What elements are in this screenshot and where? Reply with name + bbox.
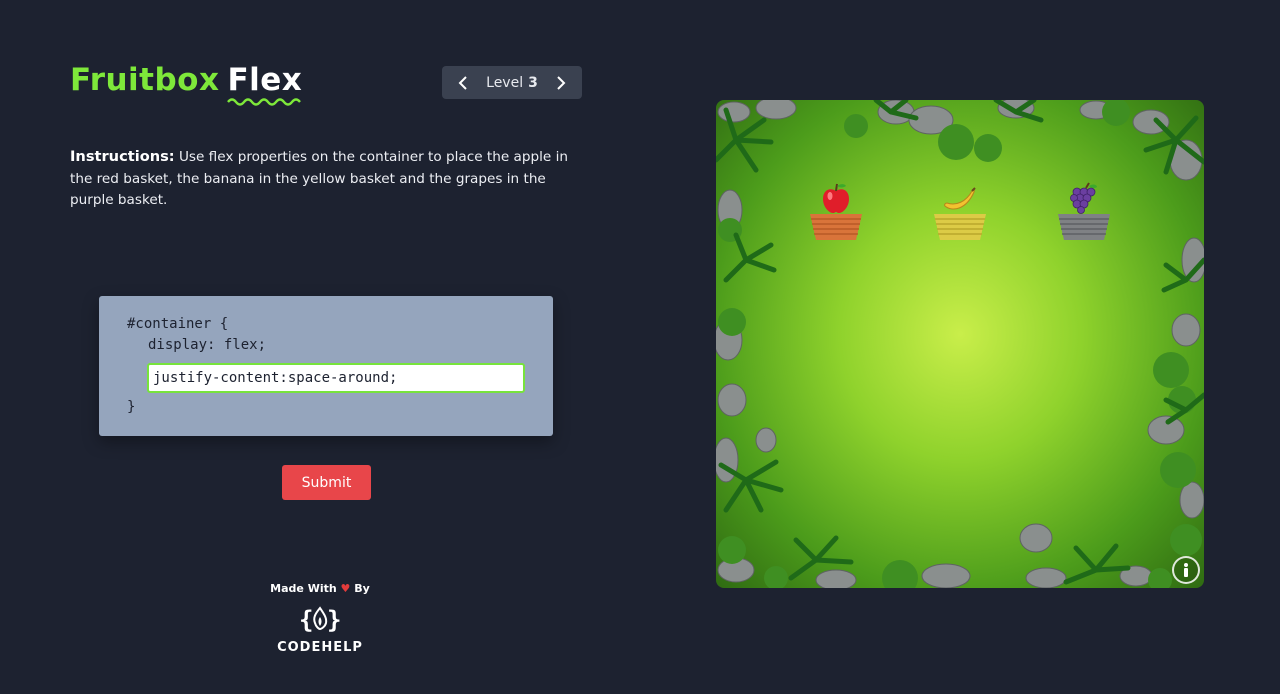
heart-icon: ♥: [340, 582, 351, 595]
fruit-banana: [933, 180, 987, 214]
banana-icon: [944, 187, 976, 210]
apple-icon: [823, 183, 849, 213]
basket-row: [774, 213, 1146, 241]
css-input[interactable]: [147, 363, 525, 393]
basket-red: [809, 213, 863, 241]
basket-yellow: [933, 213, 987, 241]
fruit-grapes: [1057, 180, 1111, 214]
title-fruitbox: Fruitbox: [70, 62, 220, 98]
title-flex-text: Flex: [227, 62, 303, 98]
squiggle-underline-icon: [227, 98, 302, 106]
level-indicator: Level 3: [486, 75, 538, 91]
svg-text:{: {: [299, 606, 313, 634]
svg-text:}: }: [327, 606, 341, 634]
prev-level-button[interactable]: [450, 75, 476, 90]
level-navigator: Level 3: [442, 66, 582, 99]
game-board: [716, 100, 1204, 588]
code-line-closing: }: [127, 399, 136, 415]
purple-basket-icon: [1058, 214, 1110, 240]
code-line-selector: #container {: [127, 316, 229, 332]
by-label: By: [354, 582, 370, 595]
code-line-display: display: flex;: [148, 337, 267, 353]
instructions-title: Instructions:: [70, 148, 175, 165]
fruit-row: [774, 180, 1146, 214]
chevron-right-icon: [557, 75, 566, 90]
yellow-basket-icon: [934, 214, 986, 240]
title-flex: Flex: [227, 62, 303, 106]
made-with-text: Made With ♥ By: [220, 582, 420, 595]
made-with-label: Made With: [270, 582, 337, 595]
next-level-button[interactable]: [548, 75, 574, 90]
code-editor: #container { display: flex; }: [99, 296, 553, 436]
grapes-icon: [1070, 182, 1097, 214]
basket-purple: [1057, 213, 1111, 241]
foliage-border-decoration: [716, 100, 1204, 588]
info-icon: [1184, 563, 1188, 577]
codehelp-name: CODEHELP: [277, 640, 363, 655]
level-number: 3: [528, 74, 538, 91]
submit-button[interactable]: Submit: [282, 465, 371, 500]
info-button[interactable]: [1172, 556, 1200, 584]
app-title: Fruitbox Flex: [70, 62, 303, 106]
codehelp-logo-icon: { }: [299, 606, 341, 634]
instructions: Instructions: Use flex properties on the…: [70, 146, 590, 212]
red-basket-icon: [810, 214, 862, 240]
chevron-left-icon: [458, 75, 467, 90]
level-label: Level: [486, 74, 524, 91]
fruit-apple: [809, 180, 863, 214]
